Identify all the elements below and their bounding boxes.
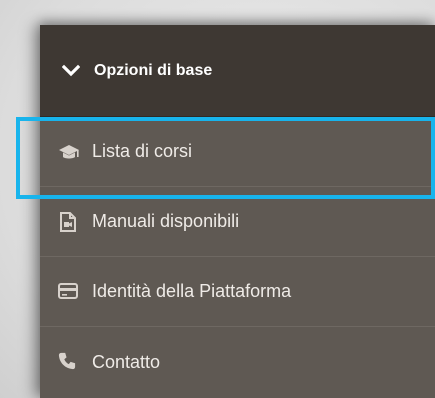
sidebar-menu: Opzioni di base Lista di corsi Manuali d…: [40, 25, 435, 398]
menu-item-lista-di-corsi[interactable]: Lista di corsi: [40, 117, 435, 187]
menu-item-manuali-disponibili[interactable]: Manuali disponibili: [40, 187, 435, 257]
menu-item-label: Lista di corsi: [92, 141, 193, 161]
menu-item-label: Identità della Piattaforma: [92, 281, 292, 301]
phone-icon: [58, 352, 78, 372]
document-icon: [58, 211, 78, 232]
menu-item-contatto[interactable]: Contatto: [40, 327, 435, 397]
chevron-down-icon: [61, 62, 81, 80]
menu-section-title: Opzioni di base: [94, 61, 213, 79]
menu-item-identita-della-piattaforma[interactable]: Identità della Piattaforma: [40, 257, 435, 327]
menu-section-header[interactable]: Opzioni di base: [40, 25, 435, 117]
menu-item-label: Contatto: [92, 351, 161, 372]
graduation-cap-icon: [58, 142, 79, 162]
credit-card-icon: [58, 282, 78, 302]
menu-item-label: Manuali disponibili: [92, 211, 240, 231]
